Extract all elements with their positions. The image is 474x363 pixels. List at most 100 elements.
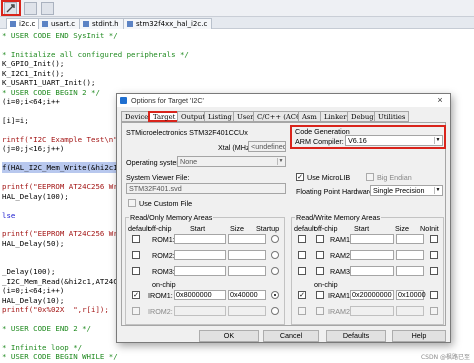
code-line[interactable]: * USER CODE END 2 */ xyxy=(2,323,91,334)
rom2-size-field[interactable] xyxy=(228,250,266,260)
ram3-label: RAM3: xyxy=(330,267,352,276)
chevron-down-icon: ▼ xyxy=(277,158,284,165)
ram2-default-checkbox[interactable] xyxy=(298,251,306,259)
tab-listing[interactable]: Listing xyxy=(204,111,236,122)
ram3-default-checkbox[interactable] xyxy=(298,267,306,275)
tab-utilities[interactable]: Utilities xyxy=(374,111,410,122)
iram1-start-field[interactable]: 0x20000000 xyxy=(350,290,394,300)
iram2-offchip-checkbox[interactable] xyxy=(316,307,324,315)
rom3-default-checkbox[interactable] xyxy=(132,267,140,275)
use-microlib-checkbox[interactable]: ✓ xyxy=(296,173,304,181)
ram3-offchip-checkbox[interactable] xyxy=(316,267,324,275)
iram1-size-field[interactable]: 0x10000 xyxy=(396,290,426,300)
defaults-button[interactable]: Defaults xyxy=(326,330,386,342)
ok-button[interactable]: OK xyxy=(199,330,259,342)
ram1-size-field[interactable] xyxy=(396,234,424,244)
tab-asm[interactable]: Asm xyxy=(298,111,321,122)
iram2-noinit-checkbox[interactable] xyxy=(430,307,438,315)
rom3-size-field[interactable] xyxy=(228,266,266,276)
iram2-size-field[interactable] xyxy=(396,306,424,316)
tab-i2c-c[interactable]: i2c.c xyxy=(6,18,41,29)
tab-stm32f4xx-hal-i2c-c[interactable]: stm32f4xx_hal_i2c.c xyxy=(123,18,213,29)
sv-label: System Viewer File: xyxy=(126,173,190,182)
on-chip-label: on-chip xyxy=(152,280,176,289)
ram1-start-field[interactable] xyxy=(350,234,394,244)
irom2-start-field[interactable] xyxy=(174,306,226,316)
irom1-start-field[interactable]: 0x8000000 xyxy=(174,290,226,300)
iram1-default-checkbox[interactable]: ✓ xyxy=(298,291,306,299)
xtal-field[interactable]: <undefined> xyxy=(248,141,286,152)
rom1-startup-radio[interactable] xyxy=(271,235,279,243)
file-icon xyxy=(127,21,133,27)
rom3-start-field[interactable] xyxy=(174,266,226,276)
iram2-default-checkbox[interactable] xyxy=(298,307,306,315)
col-size: Size xyxy=(230,224,244,233)
code-line[interactable]: printf("0x%02X ",r[i]); xyxy=(2,304,109,315)
code-line[interactable]: HAL_Delay(50); xyxy=(2,238,64,249)
rom2-default-checkbox[interactable] xyxy=(132,251,140,259)
iram1-noinit-checkbox[interactable] xyxy=(430,291,438,299)
irom1-size-field[interactable]: 0x40000 xyxy=(228,290,266,300)
code-gen-highlight-box xyxy=(290,125,446,149)
code-line[interactable]: (i=0;i<64;i++ xyxy=(2,96,60,107)
code-line[interactable]: HAL_Delay(100); xyxy=(2,191,69,202)
fp-select[interactable]: Single Precision ▼ xyxy=(370,185,443,196)
irom1-startup-radio[interactable] xyxy=(271,291,279,299)
col-start: Start xyxy=(190,224,206,233)
irom2-default-checkbox[interactable] xyxy=(132,307,140,315)
ram1-default-checkbox[interactable] xyxy=(298,235,306,243)
rom2-start-field[interactable] xyxy=(174,250,226,260)
os-select[interactable]: None ▼ xyxy=(177,156,286,167)
dialog-title: Options for Target 'I2C' xyxy=(131,96,204,105)
irom2-size-field[interactable] xyxy=(228,306,266,316)
ram3-size-field[interactable] xyxy=(396,266,424,276)
ram2-size-field[interactable] xyxy=(396,250,424,260)
tab-linker[interactable]: Linker xyxy=(320,111,351,122)
rom3-startup-radio[interactable] xyxy=(271,267,279,275)
ram3-start-field[interactable] xyxy=(350,266,394,276)
iram2-label: IRAM2: xyxy=(328,307,352,316)
ram-group: Read/Write Memory Areas default off-chip… xyxy=(291,213,444,325)
ram2-start-field[interactable] xyxy=(350,250,394,260)
code-line[interactable]: (j=0;j<16;j++) xyxy=(2,143,64,154)
file-icon xyxy=(10,21,16,27)
ram2-noinit-checkbox[interactable] xyxy=(430,251,438,259)
rom1-size-field[interactable] xyxy=(228,234,266,244)
iram1-offchip-checkbox[interactable] xyxy=(316,291,324,299)
col-size: Size xyxy=(395,224,409,233)
col-default: default xyxy=(128,224,150,233)
ram3-noinit-checkbox[interactable] xyxy=(430,267,438,275)
rom1-default-checkbox[interactable] xyxy=(132,235,140,243)
code-line[interactable]: * USER CODE END SysInit */ xyxy=(2,30,118,41)
code-line[interactable]: f(HAL_I2C_Mem_Write(&hi2c1, xyxy=(2,162,123,174)
ram-group-title: Read/Write Memory Areas xyxy=(295,213,382,222)
tab-usart-c[interactable]: usart.c xyxy=(38,18,81,29)
dialog-titlebar[interactable]: Options for Target 'I2C' × xyxy=(117,94,450,107)
use-custom-file-checkbox[interactable] xyxy=(128,199,136,207)
tab-debug[interactable]: Debug xyxy=(347,111,378,122)
build-icon[interactable] xyxy=(24,2,37,15)
rom2-startup-radio[interactable] xyxy=(271,251,279,259)
iram2-start-field[interactable] xyxy=(350,306,394,316)
ram2-offchip-checkbox[interactable] xyxy=(316,251,324,259)
toolbar xyxy=(0,0,474,17)
rebuild-icon[interactable] xyxy=(41,2,54,15)
tab-target[interactable]: Target xyxy=(148,111,181,122)
iram1-label: IRAM1: xyxy=(328,291,352,300)
close-icon[interactable]: × xyxy=(434,94,446,107)
code-line[interactable]: lse xyxy=(2,210,15,221)
cancel-button[interactable]: Cancel xyxy=(263,330,319,342)
rom1-start-field[interactable] xyxy=(174,234,226,244)
irom1-default-checkbox[interactable]: ✓ xyxy=(132,291,140,299)
irom2-startup-radio[interactable] xyxy=(271,307,279,315)
code-line[interactable]: * USER CODE BEGIN WHILE */ xyxy=(2,351,118,362)
ram1-noinit-checkbox[interactable] xyxy=(430,235,438,243)
help-button[interactable]: Help xyxy=(392,330,446,342)
sv-file-field[interactable]: STM32F401.svd xyxy=(126,183,286,194)
toolbar-highlight-box xyxy=(1,0,21,16)
tab-stdint-h[interactable]: stdint.h xyxy=(79,18,124,29)
ram1-offchip-checkbox[interactable] xyxy=(316,235,324,243)
file-tabs: i2c.c usart.c stdint.h stm32f4xx_hal_i2c… xyxy=(0,17,474,29)
code-line[interactable]: [i]=i; xyxy=(2,115,29,126)
big-endian-checkbox[interactable] xyxy=(366,173,374,181)
